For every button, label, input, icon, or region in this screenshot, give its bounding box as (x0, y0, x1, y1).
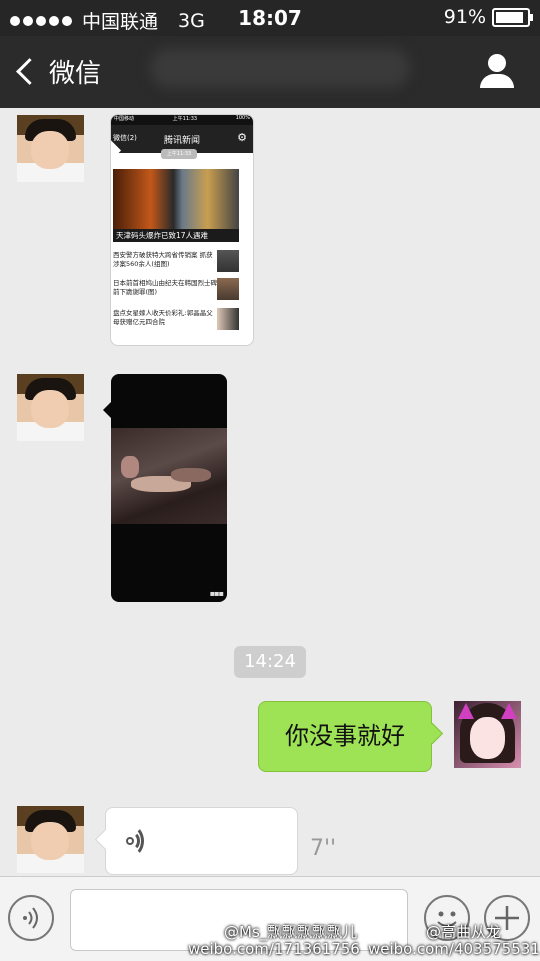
battery-percent: 91% (443, 6, 486, 28)
shared-title: 腾讯新闻 (163, 136, 200, 146)
back-button[interactable]: 微信 (14, 53, 101, 90)
avatar[interactable] (17, 374, 84, 441)
voice-wave-icon (126, 825, 152, 857)
shared-battery: 100% (235, 115, 250, 121)
avatar[interactable] (17, 115, 84, 182)
voice-icon[interactable] (8, 895, 54, 941)
shared-carrier: 中国移动 (114, 116, 135, 122)
time-separator: 14:24 (234, 646, 306, 678)
news-item: 西安警方破获特大跨省传销案 抓获涉案560余人(组图) (113, 251, 213, 268)
gear-icon: ⚙ (237, 131, 247, 144)
image-message[interactable]: 中国移动 上午11:33 100% 微信(2) 腾讯新闻 ⚙ 上午11:33 天… (110, 114, 254, 346)
video-frame (111, 428, 227, 524)
shared-time: 上午11:33 (172, 116, 198, 122)
news-headline: 天津码头爆炸已致17人遇难 (113, 229, 239, 242)
status-bar: 中国联通 3G 18:07 91% (0, 0, 540, 36)
news-item: 日本前首相鸠山由纪夫在韩国烈士碑前下跪谢罪(图) (113, 279, 217, 296)
sent-text-bubble[interactable]: 你没事就好 (258, 701, 444, 772)
shared-time-badge: 上午11:33 (161, 149, 197, 159)
news-thumbnail (217, 250, 239, 272)
avatar[interactable] (17, 806, 84, 873)
watermark-url: weibo.com/171361756 (188, 940, 360, 958)
nav-bar: 微信 (0, 36, 540, 108)
person-icon[interactable] (480, 54, 514, 88)
watermark-url: weibo.com/403575531 (368, 940, 540, 958)
chevron-left-icon (16, 58, 43, 85)
news-photo (113, 169, 239, 229)
news-thumbnail (217, 308, 239, 330)
video-message[interactable]: ▪▪▪ (103, 374, 227, 602)
grid-dots-icon: ▪▪▪ (209, 589, 224, 598)
sent-text: 你没事就好 (285, 722, 405, 750)
back-label: 微信 (49, 59, 102, 89)
shared-status-bar: 中国移动 上午11:33 100% (111, 115, 253, 125)
voice-message[interactable] (94, 807, 298, 875)
news-thumbnail (217, 278, 239, 300)
news-item: 盘点女星嫁人收天价彩礼:郭晶晶父母获赠亿元四合院 (113, 309, 213, 326)
voice-duration: 7'' (310, 836, 337, 861)
blurred-contact-name (150, 48, 410, 88)
battery-icon (492, 7, 533, 27)
watermark-handle: @Ms_飘飘飘飘飘儿 (224, 923, 358, 941)
avatar[interactable] (454, 701, 521, 768)
watermark-handle: @高曲从龙 (426, 923, 502, 941)
